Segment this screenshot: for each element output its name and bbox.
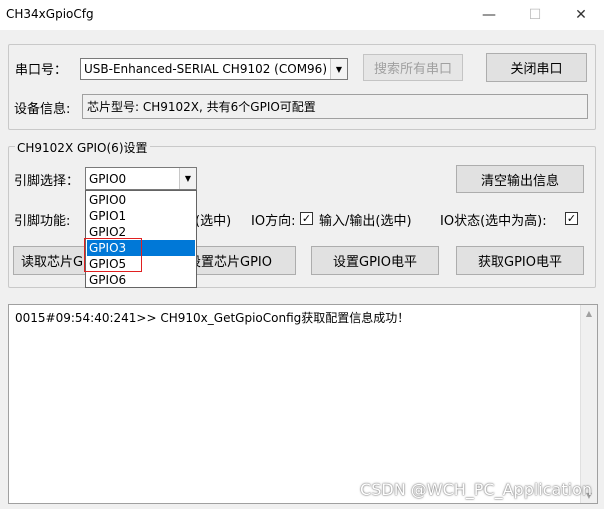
pin-option-gpio0[interactable]: GPIO0: [87, 192, 195, 208]
get-gpio-level-button[interactable]: 获取GPIO电平: [456, 246, 584, 275]
pin-select-label: 引脚选择：: [14, 174, 80, 189]
maximize-button[interactable]: ☐: [512, 0, 558, 30]
log-line: 0015#09:54:40:241>> CH910x_GetGpioConfig…: [15, 311, 410, 325]
pin-option-gpio1[interactable]: GPIO1: [87, 208, 195, 224]
window-title: CH34xGpioCfg: [6, 7, 94, 21]
port-select-value: USB-Enhanced-SERIAL CH9102 (COM96): [84, 62, 327, 76]
chevron-down-icon: ▼: [179, 168, 196, 189]
scroll-up-icon[interactable]: ▲: [581, 305, 597, 321]
annotation-highlight-box: [84, 238, 142, 272]
title-bar: CH34xGpioCfg — ☐ ✕: [0, 0, 604, 30]
io-direction-checkbox[interactable]: ✓: [300, 212, 313, 225]
chevron-down-icon: ▼: [330, 59, 347, 79]
io-state-checkbox[interactable]: ✓: [565, 212, 578, 225]
watermark: CSDN @WCH_PC_Application: [360, 480, 592, 499]
pin-function-label: 引脚功能:: [14, 214, 71, 229]
pin-select-value: GPIO0: [89, 171, 127, 186]
device-info-field: 芯片型号: CH9102X, 共有6个GPIO可配置: [82, 94, 588, 119]
port-select[interactable]: USB-Enhanced-SERIAL CH9102 (COM96) ▼: [80, 58, 348, 80]
io-direction-value: 输入/输出(选中): [319, 214, 412, 229]
gpio-group-title: CH9102X GPIO(6)设置: [15, 139, 150, 156]
pin-function-suffix: (选中): [195, 214, 232, 229]
io-state-label: IO状态(选中为高):: [440, 214, 547, 229]
pin-select[interactable]: GPIO0 ▼: [85, 167, 197, 190]
port-label: 串口号：: [15, 63, 68, 78]
log-scrollbar[interactable]: ▲ ▼: [580, 305, 597, 503]
device-info-label: 设备信息:: [14, 102, 71, 117]
close-window-button[interactable]: ✕: [558, 0, 604, 30]
io-direction-label: IO方向:: [251, 214, 296, 229]
log-output[interactable]: 0015#09:54:40:241>> CH910x_GetGpioConfig…: [8, 304, 598, 504]
pin-option-gpio6[interactable]: GPIO6: [87, 272, 195, 288]
search-ports-button[interactable]: 搜索所有串口: [363, 54, 463, 81]
clear-output-button[interactable]: 清空输出信息: [456, 165, 584, 193]
set-gpio-config-button[interactable]: 设置芯片GPIO: [185, 246, 296, 275]
minimize-button[interactable]: —: [466, 0, 512, 30]
close-port-button[interactable]: 关闭串口: [486, 53, 587, 82]
set-gpio-level-button[interactable]: 设置GPIO电平: [311, 246, 439, 275]
